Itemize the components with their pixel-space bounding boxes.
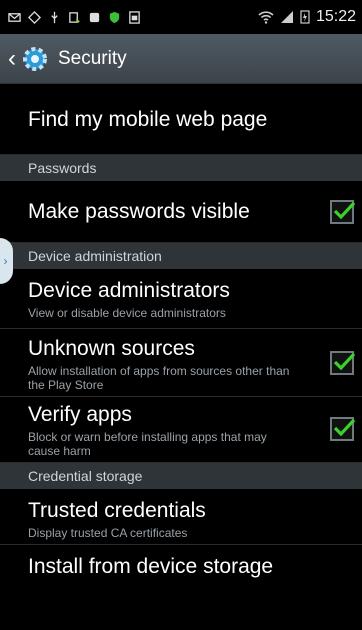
download-icon	[69, 11, 80, 23]
settings-item-subtitle: Block or warn before installing apps tha…	[28, 430, 267, 458]
checkmark-icon	[333, 352, 355, 371]
checkmark-icon	[333, 418, 355, 437]
shield-icon	[109, 11, 120, 23]
settings-item-make-passwords-visible[interactable]: Make passwords visible	[0, 181, 362, 243]
section-header-passwords: Passwords	[0, 155, 362, 181]
battery-icon	[300, 10, 310, 24]
status-bar: 15:22	[0, 0, 362, 34]
notification-icons	[8, 10, 141, 24]
settings-item-title: Unknown sources	[28, 337, 195, 360]
settings-item-title: Verify apps	[28, 403, 132, 426]
unknown-sources-checkbox[interactable]	[330, 351, 355, 375]
settings-gear-icon[interactable]	[20, 44, 50, 74]
diamond-icon	[28, 10, 41, 24]
email-icon	[8, 12, 21, 22]
screenshot-icon	[129, 10, 140, 24]
wifi-icon	[258, 11, 274, 24]
back-icon[interactable]: ‹	[8, 46, 16, 71]
settings-item-trusted-credentials[interactable]: Trusted credentials Display trusted CA c…	[0, 489, 362, 545]
checkmark-icon	[333, 201, 355, 220]
settings-item-subtitle: Display trusted CA certificates	[28, 526, 188, 540]
settings-item-title: Device administrators	[28, 279, 230, 302]
settings-item-device-administrators[interactable]: Device administrators View or disable de…	[0, 269, 362, 329]
settings-item-title: Find my mobile web page	[28, 107, 268, 131]
usb-icon	[51, 11, 58, 23]
chevron-right-icon: ›	[3, 254, 8, 268]
page-title: Security	[58, 47, 127, 69]
settings-item-title: Install from device storage	[28, 555, 274, 578]
passwords-visible-checkbox[interactable]	[330, 200, 355, 224]
verify-apps-checkbox[interactable]	[330, 417, 355, 441]
settings-item-title: Make passwords visible	[28, 199, 250, 223]
settings-item-install-from-device-storage[interactable]: Install from device storage	[0, 545, 362, 585]
signal-icon	[280, 11, 293, 23]
system-icons: 15:22	[258, 8, 356, 26]
section-header-device-administration: Device administration	[0, 243, 362, 269]
section-header-credential-storage: Credential storage	[0, 463, 362, 489]
side-panel-handle[interactable]: ›	[0, 238, 13, 284]
settings-item-title: Trusted credentials	[28, 499, 206, 522]
settings-item-subtitle: View or disable device administrators	[28, 306, 226, 320]
settings-list: Find my mobile web page Passwords Make p…	[0, 85, 362, 585]
app-icon	[89, 12, 100, 22]
settings-item-unknown-sources[interactable]: Unknown sources Allow installation of ap…	[0, 329, 362, 397]
settings-item-find-my-mobile[interactable]: Find my mobile web page	[0, 85, 362, 155]
settings-item-subtitle: Allow installation of apps from sources …	[28, 364, 290, 392]
settings-item-verify-apps[interactable]: Verify apps Block or warn before install…	[0, 397, 362, 463]
clock: 15:22	[315, 8, 356, 25]
action-bar: ‹ Security	[0, 34, 362, 84]
